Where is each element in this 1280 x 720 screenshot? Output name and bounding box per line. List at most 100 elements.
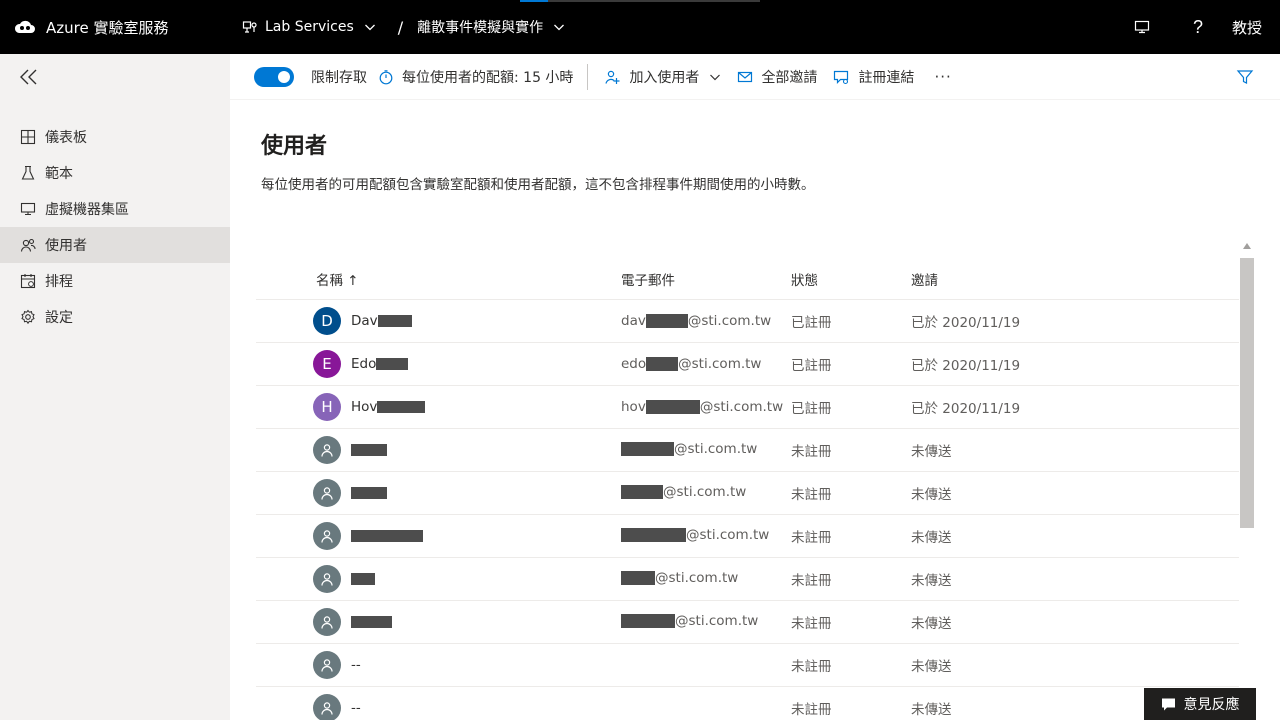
- add-users-button[interactable]: 加入使用者: [604, 67, 721, 87]
- user-email: edo @sti.com.tw: [621, 356, 762, 372]
- table-row[interactable]: -- 未註冊 未傳送: [256, 687, 1239, 720]
- invite-cell: 未傳送: [911, 444, 952, 460]
- feedback-button[interactable]: 意見反應: [1144, 688, 1256, 720]
- sidebar-item-dashboard[interactable]: 儀表板: [0, 119, 230, 155]
- sidebar-item-template[interactable]: 範本: [0, 155, 230, 191]
- user-account[interactable]: 教授: [1232, 17, 1262, 38]
- sidebar-item-vm-pool[interactable]: 虛擬機器集區: [0, 191, 230, 227]
- filter-icon[interactable]: [1236, 68, 1254, 86]
- table-row[interactable]: @sti.com.tw 未註冊 未傳送: [256, 429, 1239, 472]
- avatar: [313, 565, 341, 593]
- virtual-machine-button[interactable]: [1114, 0, 1170, 54]
- invite-all-button[interactable]: 全部邀請: [737, 67, 817, 87]
- lab-name-dropdown[interactable]: 離散事件模擬與實作: [417, 17, 565, 37]
- registration-link-label: 註冊連結: [858, 69, 915, 86]
- collapse-nav-icon[interactable]: [18, 66, 40, 88]
- column-header-invite[interactable]: 邀請: [911, 269, 1211, 289]
- lab-services-label: Lab Services: [265, 19, 354, 35]
- table-row[interactable]: E Edo edo @sti.com.tw 已註冊 已於 2020/11/19: [256, 343, 1239, 386]
- sidebar-item-settings[interactable]: 設定: [0, 299, 230, 335]
- invite-cell: 未傳送: [911, 530, 952, 546]
- table-header: 名稱 ↑ 電子郵件 狀態 邀請: [256, 258, 1239, 300]
- user-name: [351, 573, 375, 585]
- avatar: D: [313, 307, 341, 335]
- chevron-down-icon: [364, 24, 375, 31]
- loading-progress: [520, 0, 760, 2]
- person-icon: [321, 573, 333, 586]
- top-bar: Azure 實驗室服務 Lab Services / 離散事件模擬與實作 ? 教…: [0, 0, 1280, 54]
- column-header-status[interactable]: 狀態: [791, 269, 911, 289]
- user-email: @sti.com.tw: [621, 613, 758, 629]
- top-right-actions: ? 教授: [1114, 0, 1280, 54]
- add-user-icon: [605, 70, 620, 84]
- avatar: [313, 479, 341, 507]
- invite-cell: 已於 2020/11/19: [911, 401, 1021, 417]
- monitor-icon: [20, 201, 36, 217]
- table-row[interactable]: @sti.com.tw 未註冊 未傳送: [256, 472, 1239, 515]
- invite-cell: 已於 2020/11/19: [911, 315, 1021, 331]
- column-header-email[interactable]: 電子郵件: [621, 269, 791, 289]
- flask-icon: [20, 165, 36, 181]
- user-name: [351, 530, 423, 542]
- left-navigation: 儀表板 範本 虛擬機器集區 使用者 排程 設定: [0, 54, 230, 720]
- invite-cell: 已於 2020/11/19: [911, 358, 1021, 374]
- registration-link-icon: [834, 70, 849, 84]
- scrollbar-thumb[interactable]: [1240, 258, 1254, 528]
- page-title: 使用者: [261, 134, 328, 159]
- user-email: dav @sti.com.tw: [621, 313, 772, 329]
- avatar: [313, 436, 341, 464]
- sidebar-item-label: 儀表板: [45, 130, 87, 146]
- avatar: H: [313, 393, 341, 421]
- person-icon: [321, 487, 333, 500]
- person-icon: [321, 702, 333, 715]
- restrict-access-toggle[interactable]: [254, 66, 294, 87]
- user-name: Edo: [351, 356, 409, 372]
- table-row[interactable]: @sti.com.tw 未註冊 未傳送: [256, 558, 1239, 601]
- table-scrollbar[interactable]: [1239, 240, 1255, 720]
- registration-link-button[interactable]: 註冊連結: [833, 67, 914, 87]
- lab-services-dropdown[interactable]: Lab Services: [242, 19, 376, 35]
- table-row[interactable]: -- 未註冊 未傳送: [256, 644, 1239, 687]
- user-email: @sti.com.tw: [621, 570, 738, 586]
- user-name: --: [351, 700, 361, 716]
- page-description: 每位使用者的可用配額包含實驗室配額和使用者配額，這不包含排程事件期間使用的小時數…: [261, 177, 815, 193]
- status-cell: 未註冊: [791, 487, 832, 503]
- status-cell: 未註冊: [791, 616, 832, 632]
- feedback-icon: [1161, 698, 1175, 711]
- help-button[interactable]: ?: [1170, 0, 1226, 54]
- avatar: [313, 694, 341, 720]
- chevron-down-icon: [710, 74, 721, 80]
- lab-services-icon: [242, 21, 257, 33]
- invite-cell: 未傳送: [911, 573, 952, 589]
- table-row[interactable]: @sti.com.tw 未註冊 未傳送: [256, 515, 1239, 558]
- sidebar-item-label: 設定: [45, 310, 73, 326]
- help-icon: ?: [1192, 16, 1203, 37]
- brand[interactable]: Azure 實驗室服務: [14, 16, 242, 38]
- sidebar-item-schedule[interactable]: 排程: [0, 263, 230, 299]
- scroll-up-icon[interactable]: [1243, 243, 1251, 249]
- table-row[interactable]: H Hov hov @sti.com.tw 已註冊 已於 2020/11/19: [256, 386, 1239, 429]
- status-cell: 已註冊: [791, 358, 832, 374]
- user-email: @sti.com.tw: [621, 527, 769, 543]
- command-bar: 限制存取 每位使用者的配額: 15 小時 加入使用者 全部邀請 註冊連結 ···: [230, 54, 1280, 100]
- more-options-button[interactable]: ···: [934, 68, 951, 86]
- sidebar-item-label: 範本: [45, 166, 73, 182]
- person-icon: [321, 616, 333, 629]
- column-header-name[interactable]: 名稱 ↑: [256, 269, 621, 289]
- invite-cell: 未傳送: [911, 659, 952, 675]
- toolbar-divider: [587, 63, 589, 90]
- table-row[interactable]: @sti.com.tw 未註冊 未傳送: [256, 601, 1239, 644]
- sidebar-item-users[interactable]: 使用者: [0, 227, 230, 263]
- monitor-icon: [1134, 20, 1150, 34]
- add-users-label: 加入使用者: [629, 69, 700, 86]
- person-icon: [321, 444, 333, 457]
- table-row[interactable]: D Dav dav @sti.com.tw 已註冊 已於 2020/11/19: [256, 300, 1239, 343]
- users-icon: [20, 237, 36, 253]
- calendar-icon: [20, 273, 36, 289]
- quota-button[interactable]: 每位使用者的配額: 15 小時: [378, 67, 573, 87]
- status-cell: 已註冊: [791, 315, 832, 331]
- mail-icon: [738, 71, 753, 82]
- invite-all-label: 全部邀請: [761, 69, 818, 86]
- user-name: Hov: [351, 399, 426, 415]
- status-cell: 未註冊: [791, 702, 832, 718]
